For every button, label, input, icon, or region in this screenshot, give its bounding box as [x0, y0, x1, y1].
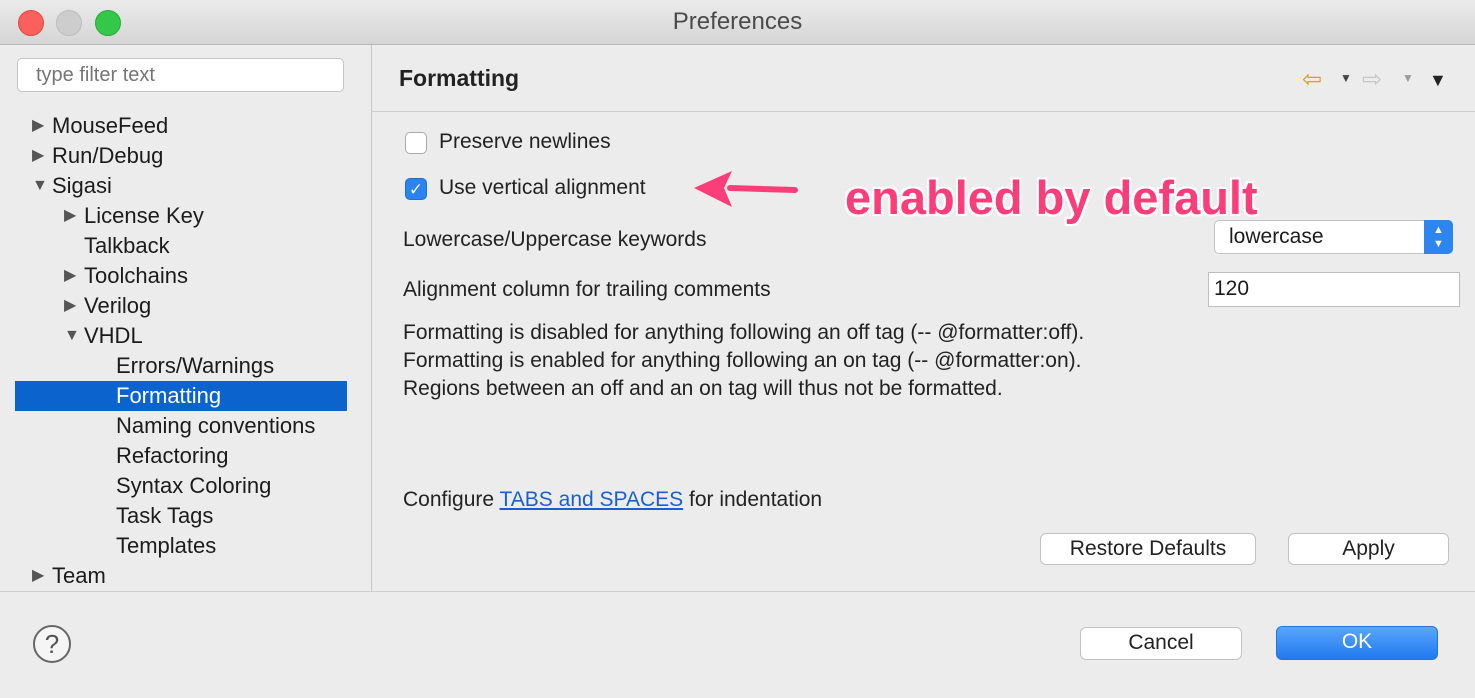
- info-line: Regions between an off and an on tag wil…: [403, 377, 1003, 400]
- keywords-select-value: lowercase: [1229, 225, 1324, 248]
- forward-arrow-icon[interactable]: ⇨: [1362, 65, 1382, 94]
- tree-item-license-key[interactable]: ▶ License Key: [0, 201, 371, 231]
- forward-dropdown-icon[interactable]: ▼: [1402, 71, 1414, 85]
- tree-item-label: Run/Debug: [52, 143, 164, 168]
- back-arrow-icon[interactable]: ⇦: [1302, 65, 1322, 94]
- keywords-label: Lowercase/Uppercase keywords: [403, 228, 707, 251]
- tree-item-syntax-coloring[interactable]: Syntax Coloring: [0, 471, 371, 501]
- formatting-info: Formatting is disabled for anything foll…: [403, 319, 1084, 403]
- preserve-newlines-checkbox[interactable]: [405, 132, 427, 154]
- tree-item-label: Toolchains: [84, 263, 188, 288]
- tree-item-refactoring[interactable]: Refactoring: [0, 441, 371, 471]
- preferences-window: Preferences ▶MouseFeed▶Run/Debug▼Sigasi▶…: [0, 0, 1475, 698]
- tree-item-naming-conventions[interactable]: Naming conventions: [0, 411, 371, 441]
- window-title: Preferences: [672, 8, 803, 35]
- page-header: Formatting ⇦ ▼ ⇨ ▼ ▼: [372, 45, 1475, 112]
- restore-defaults-button[interactable]: Restore Defaults: [1040, 533, 1256, 565]
- vertical-alignment-label: Use vertical alignment: [439, 176, 646, 199]
- select-stepper-icon: ▲ ▼: [1424, 220, 1453, 254]
- tree-item-errors-warnings[interactable]: Errors/Warnings: [0, 351, 371, 381]
- collapsed-arrow-icon[interactable]: ▶: [32, 141, 48, 171]
- tree-item-verilog[interactable]: ▶ Verilog: [0, 291, 371, 321]
- expanded-arrow-icon[interactable]: ▼: [64, 321, 80, 351]
- clipped-tree-item: [40, 89, 310, 95]
- help-icon[interactable]: ?: [33, 625, 71, 663]
- preference-page: Formatting ⇦ ▼ ⇨ ▼ ▼ Preserve newlines ✓…: [372, 45, 1475, 591]
- tree-item-label: Formatting: [116, 383, 222, 408]
- collapsed-arrow-icon[interactable]: ▶: [64, 201, 80, 231]
- tabs-and-spaces-link[interactable]: TABS and SPACES: [500, 488, 684, 511]
- ok-button[interactable]: OK: [1276, 626, 1438, 660]
- collapsed-arrow-icon[interactable]: ▶: [64, 291, 80, 321]
- info-line: Formatting is disabled for anything foll…: [403, 321, 1085, 344]
- collapsed-arrow-icon[interactable]: ▶: [32, 561, 48, 591]
- tree-item-label: VHDL: [84, 323, 143, 348]
- collapsed-arrow-icon[interactable]: ▶: [64, 261, 80, 291]
- annotation-arrow-icon: [694, 171, 798, 207]
- page-title: Formatting: [399, 65, 520, 91]
- alignment-column-input[interactable]: 120: [1208, 272, 1460, 307]
- tree-item-templates[interactable]: Templates: [0, 531, 371, 561]
- tree-item-label: License Key: [84, 203, 204, 228]
- tree-item-label: Task Tags: [116, 503, 214, 528]
- tree-item-toolchains[interactable]: ▶ Toolchains: [0, 261, 371, 291]
- tree-item-formatting[interactable]: Formatting: [15, 381, 347, 411]
- tree-item-team[interactable]: ▶ Team: [0, 561, 371, 591]
- tree-item-mousefeed[interactable]: ▶ MouseFeed: [0, 111, 371, 141]
- tree-item-run-debug[interactable]: ▶ Run/Debug: [0, 141, 371, 171]
- tree-item-vhdl[interactable]: ▼ VHDL: [0, 321, 371, 351]
- tree-item-label: Syntax Coloring: [116, 473, 272, 498]
- configure-suffix: for indentation: [683, 488, 823, 511]
- tree-item-label: Refactoring: [116, 443, 229, 468]
- tree-item-label: Verilog: [84, 293, 152, 318]
- info-line: Formatting is enabled for anything follo…: [403, 349, 1082, 372]
- cancel-button[interactable]: Cancel: [1080, 627, 1242, 660]
- expanded-arrow-icon[interactable]: ▼: [32, 171, 48, 201]
- dialog-footer: ? Cancel OK: [0, 591, 1475, 698]
- collapsed-arrow-icon[interactable]: ▶: [32, 111, 48, 141]
- tree-item-label: MouseFeed: [52, 113, 169, 138]
- configure-prefix: Configure: [403, 488, 500, 511]
- configure-indentation-text: Configure TABS and SPACES for indentatio…: [403, 488, 822, 512]
- preference-tree-pane: ▶MouseFeed▶Run/Debug▼Sigasi▶License KeyT…: [0, 45, 372, 591]
- vertical-alignment-checkbox[interactable]: ✓: [405, 178, 427, 200]
- annotation-text: enabled by default: [845, 171, 1258, 224]
- title-bar: Preferences: [0, 0, 1475, 45]
- filter-input[interactable]: [17, 58, 344, 92]
- tree-item-talkback[interactable]: Talkback: [0, 231, 371, 261]
- preserve-newlines-label: Preserve newlines: [439, 130, 611, 153]
- tree-item-label: Naming conventions: [116, 413, 316, 438]
- back-dropdown-icon[interactable]: ▼: [1340, 71, 1352, 85]
- apply-button[interactable]: Apply: [1288, 533, 1449, 565]
- tree-item-task-tags[interactable]: Task Tags: [0, 501, 371, 531]
- tree-item-label: Templates: [116, 533, 217, 558]
- alignment-label: Alignment column for trailing comments: [403, 278, 771, 301]
- keywords-select[interactable]: lowercase ▲ ▼: [1214, 220, 1453, 254]
- view-menu-icon[interactable]: ▼: [1429, 70, 1447, 91]
- tree-item-label: Talkback: [84, 233, 170, 258]
- tree-item-label: Errors/Warnings: [116, 353, 275, 378]
- tree-item-sigasi[interactable]: ▼ Sigasi: [0, 171, 371, 201]
- tree-item-label: Team: [52, 563, 106, 588]
- tree-item-label: Sigasi: [52, 173, 112, 198]
